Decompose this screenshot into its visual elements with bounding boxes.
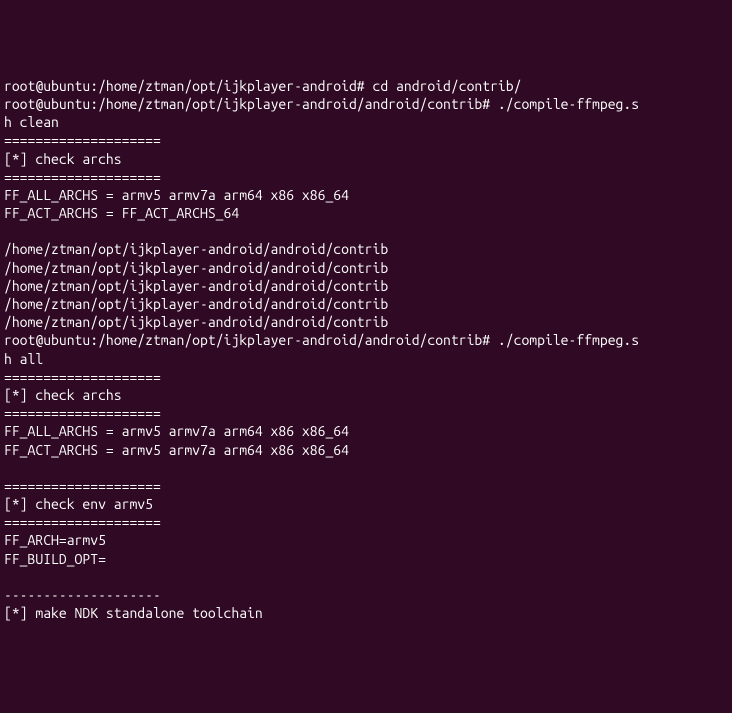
prompt-user-host: root@ubuntu <box>4 332 90 348</box>
output-text: [*] make NDK standalone toolchain <box>4 605 263 621</box>
terminal-line: FF_ACT_ARCHS = FF_ACT_ARCHS_64 <box>4 204 728 222</box>
terminal-line: FF_ARCH=armv5 <box>4 531 728 549</box>
output-text: ==================== <box>4 514 161 530</box>
terminal-line: root@ubuntu:/home/ztman/opt/ijkplayer-an… <box>4 95 728 113</box>
terminal-line: FF_ACT_ARCHS = armv5 armv7a arm64 x86 x8… <box>4 441 728 459</box>
terminal-line: root@ubuntu:/home/ztman/opt/ijkplayer-an… <box>4 331 728 349</box>
prompt-user-host: root@ubuntu <box>4 78 90 94</box>
output-text: /home/ztman/opt/ijkplayer-android/androi… <box>4 296 388 312</box>
output-text: [*] check archs <box>4 387 122 403</box>
terminal-line: [*] make NDK standalone toolchain <box>4 604 728 622</box>
terminal-line <box>4 568 728 586</box>
output-text: ==================== <box>4 478 161 494</box>
terminal-line: /home/ztman/opt/ijkplayer-android/androi… <box>4 277 728 295</box>
prompt-path: :/home/ztman/opt/ijkplayer-android# <box>90 78 364 94</box>
output-text: ==================== <box>4 405 161 421</box>
terminal-line: ==================== <box>4 168 728 186</box>
prompt-path: :/home/ztman/opt/ijkplayer-android/andro… <box>90 332 490 348</box>
terminal-line: -------------------- <box>4 586 728 604</box>
terminal-line: ==================== <box>4 477 728 495</box>
output-text: -------------------- <box>4 587 161 603</box>
command-text: ./compile-ffmpeg.s <box>490 96 639 112</box>
output-text: FF_ARCH=armv5 <box>4 532 106 548</box>
terminal-line <box>4 459 728 477</box>
terminal-line: [*] check archs <box>4 386 728 404</box>
terminal-line: ==================== <box>4 131 728 149</box>
output-text: [*] check archs <box>4 151 122 167</box>
output-text: [*] check env armv5 <box>4 496 153 512</box>
output-text: ==================== <box>4 132 161 148</box>
output-text: h clean <box>4 114 59 130</box>
output-text: h all <box>4 351 43 367</box>
terminal-line: [*] check env armv5 <box>4 495 728 513</box>
terminal-line: h all <box>4 350 728 368</box>
output-text: ==================== <box>4 169 161 185</box>
terminal-line: /home/ztman/opt/ijkplayer-android/androi… <box>4 240 728 258</box>
terminal-line: ==================== <box>4 404 728 422</box>
output-text: /home/ztman/opt/ijkplayer-android/androi… <box>4 278 388 294</box>
terminal-line <box>4 222 728 240</box>
terminal-line: FF_ALL_ARCHS = armv5 armv7a arm64 x86 x8… <box>4 422 728 440</box>
prompt-user-host: root@ubuntu <box>4 96 90 112</box>
terminal-line: /home/ztman/opt/ijkplayer-android/androi… <box>4 295 728 313</box>
output-text: ==================== <box>4 369 161 385</box>
command-text: cd android/contrib/ <box>365 78 522 94</box>
terminal-line: FF_ALL_ARCHS = armv5 armv7a arm64 x86 x8… <box>4 186 728 204</box>
output-text: /home/ztman/opt/ijkplayer-android/androi… <box>4 314 388 330</box>
output-text: FF_ACT_ARCHS = FF_ACT_ARCHS_64 <box>4 205 239 221</box>
terminal-line: /home/ztman/opt/ijkplayer-android/androi… <box>4 313 728 331</box>
terminal-line: [*] check archs <box>4 150 728 168</box>
terminal-line: /home/ztman/opt/ijkplayer-android/androi… <box>4 259 728 277</box>
terminal-line: h clean <box>4 113 728 131</box>
command-text: ./compile-ffmpeg.s <box>490 332 639 348</box>
output-text: FF_BUILD_OPT= <box>4 551 106 567</box>
terminal-line: FF_BUILD_OPT= <box>4 550 728 568</box>
terminal-line: root@ubuntu:/home/ztman/opt/ijkplayer-an… <box>4 77 728 95</box>
prompt-path: :/home/ztman/opt/ijkplayer-android/andro… <box>90 96 490 112</box>
terminal-line: ==================== <box>4 513 728 531</box>
terminal-output[interactable]: root@ubuntu:/home/ztman/opt/ijkplayer-an… <box>4 77 728 623</box>
output-text: FF_ALL_ARCHS = armv5 armv7a arm64 x86 x8… <box>4 187 349 203</box>
terminal-line: ==================== <box>4 368 728 386</box>
output-text: FF_ALL_ARCHS = armv5 armv7a arm64 x86 x8… <box>4 423 349 439</box>
output-text: FF_ACT_ARCHS = armv5 armv7a arm64 x86 x8… <box>4 442 349 458</box>
output-text: /home/ztman/opt/ijkplayer-android/androi… <box>4 241 388 257</box>
output-text: /home/ztman/opt/ijkplayer-android/androi… <box>4 260 388 276</box>
